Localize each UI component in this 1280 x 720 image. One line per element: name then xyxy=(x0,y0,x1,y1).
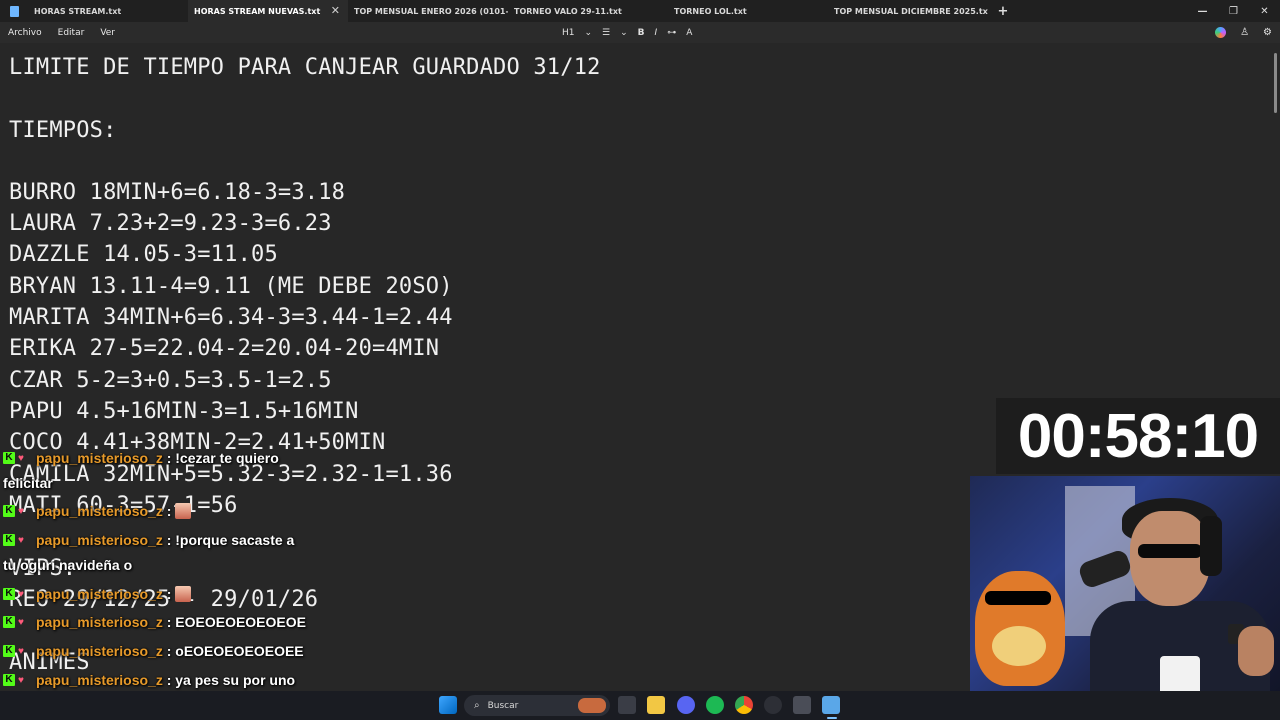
windows-start-icon[interactable] xyxy=(439,696,457,714)
scrollbar[interactable] xyxy=(1274,53,1277,113)
tab-torneo-lol[interactable]: TORNEO LOL.txt xyxy=(668,0,828,22)
spotify-icon[interactable] xyxy=(706,696,724,714)
editor-line: BRYAN 13.11-4=9.11 (ME DEBE 20SO) xyxy=(9,274,453,299)
menu-ver[interactable]: Ver xyxy=(92,28,123,38)
stream-timer: 00:58:10 xyxy=(996,398,1280,474)
plush-sunglasses xyxy=(985,591,1051,605)
chevron-down-icon[interactable]: ⌄ xyxy=(620,28,628,38)
menu-archivo[interactable]: Archivo xyxy=(0,28,50,38)
editor-line: ERIKA 27-5=22.04-2=20.04-20=4MIN xyxy=(9,336,440,361)
menu-editar[interactable]: Editar xyxy=(50,28,93,38)
streamer-head xyxy=(1130,511,1210,606)
task-view-icon[interactable] xyxy=(618,696,636,714)
maximize-button[interactable]: ❐ xyxy=(1218,0,1249,22)
tab-horas-stream-nuevas[interactable]: HORAS STREAM NUEVAS.txt ✕ xyxy=(188,0,348,22)
gear-icon[interactable]: ⚙ xyxy=(1263,27,1272,38)
bold-button[interactable]: B xyxy=(638,28,645,38)
editor-line: LAURA 7.23+2=9.23-3=6.23 xyxy=(9,211,332,236)
file-explorer-icon[interactable] xyxy=(647,696,665,714)
chrome-icon[interactable] xyxy=(735,696,753,714)
active-app-indicator xyxy=(827,717,837,719)
tab-torneo-valo[interactable]: TORNEO VALO 29-11.txt xyxy=(508,0,668,22)
search-placeholder: Buscar xyxy=(487,700,519,711)
tab-label: HORAS STREAM NUEVAS.txt xyxy=(194,6,321,16)
copilot-icon[interactable] xyxy=(1215,27,1227,38)
search-icon: ⌕ xyxy=(474,700,480,711)
heading-dropdown[interactable]: H1 xyxy=(562,28,575,38)
italic-button[interactable]: I xyxy=(655,28,658,38)
right-controls: ♙ ⚙ xyxy=(1215,22,1272,43)
webcam-feed xyxy=(970,476,1280,691)
editor-line: DAZZLE 14.05-3=11.05 xyxy=(9,242,278,267)
list-icon[interactable]: ☰ xyxy=(602,28,610,38)
editor-line: MARITA 34MIN+6=6.34-3=3.44-1=2.44 xyxy=(9,305,453,330)
tab-label: TOP MENSUAL ENERO 2026 (0101-3101).txt xyxy=(354,6,508,16)
editor-line: LIMITE DE TIEMPO PARA CANJEAR GUARDADO 3… xyxy=(9,55,601,80)
sunglasses xyxy=(1138,544,1202,558)
tab-top-mensual-enero[interactable]: TOP MENSUAL ENERO 2026 (0101-3101).txt xyxy=(348,0,508,22)
close-window-button[interactable]: ✕ xyxy=(1249,0,1280,22)
clear-format-icon[interactable]: A xyxy=(686,28,692,38)
tab-label: TORNEO VALO 29-11.txt xyxy=(514,6,622,16)
notepad-icon[interactable] xyxy=(822,696,840,714)
close-tab-icon[interactable]: ✕ xyxy=(331,4,340,17)
tab-label: HORAS STREAM.txt xyxy=(34,6,122,16)
editor-line: VIPS: xyxy=(9,556,77,581)
editor-line: TIEMPOS: xyxy=(9,118,117,143)
taskbar-search[interactable]: ⌕ Buscar xyxy=(464,695,610,716)
cup xyxy=(1160,656,1200,691)
editor-line: BURRO 18MIN+6=6.18-3=3.18 xyxy=(9,180,346,205)
calculator-icon[interactable] xyxy=(793,696,811,714)
tab-label: TOP MENSUAL DICIEMBRE 2025.txt xyxy=(834,6,988,16)
taskbar: ⌕ Buscar xyxy=(0,691,1280,720)
tab-bar: HORAS STREAM.txt HORAS STREAM NUEVAS.txt… xyxy=(0,0,1280,22)
editor-line: MATI 60-3=57-1=56 xyxy=(9,493,238,518)
discord-icon[interactable] xyxy=(677,696,695,714)
new-tab-button[interactable]: + xyxy=(988,0,1018,22)
editor-line: ANIMES xyxy=(9,650,90,675)
tab-horas-stream[interactable]: HORAS STREAM.txt xyxy=(28,0,188,22)
search-highlight-icon xyxy=(578,698,606,713)
tab-label: TORNEO LOL.txt xyxy=(674,6,747,16)
notepad-app-icon xyxy=(0,0,28,22)
streamer-hand xyxy=(1238,626,1274,676)
editor-line: REO 29/12/25 - 29/01/26 xyxy=(9,587,319,612)
headset xyxy=(1200,516,1222,576)
window-controls: — ❐ ✕ xyxy=(1187,0,1280,22)
editor-line: CZAR 5-2=3+0.5=3.5-1=2.5 xyxy=(9,368,332,393)
account-icon[interactable]: ♙ xyxy=(1240,27,1249,38)
obs-icon[interactable] xyxy=(764,696,782,714)
menu-bar: Archivo Editar Ver H1 ⌄ ☰ ⌄ B I ⊶ A ♙ ⚙ xyxy=(0,22,1280,43)
link-icon[interactable]: ⊶ xyxy=(667,28,676,38)
editor-line: PAPU 4.5+16MIN-3=1.5+16MIN xyxy=(9,399,359,424)
editor-line: COCO 4.41+38MIN-2=2.41+50MIN xyxy=(9,430,386,455)
chevron-down-icon[interactable]: ⌄ xyxy=(585,28,593,38)
format-toolbar: H1 ⌄ ☰ ⌄ B I ⊶ A xyxy=(562,22,692,43)
editor-line: CAMILA 32MIN+5=5.32-3=2.32-1=1.36 xyxy=(9,462,453,487)
minimize-button[interactable]: — xyxy=(1187,0,1218,22)
plush-belly xyxy=(992,626,1046,666)
tab-top-mensual-diciembre[interactable]: TOP MENSUAL DICIEMBRE 2025.txt xyxy=(828,0,988,22)
